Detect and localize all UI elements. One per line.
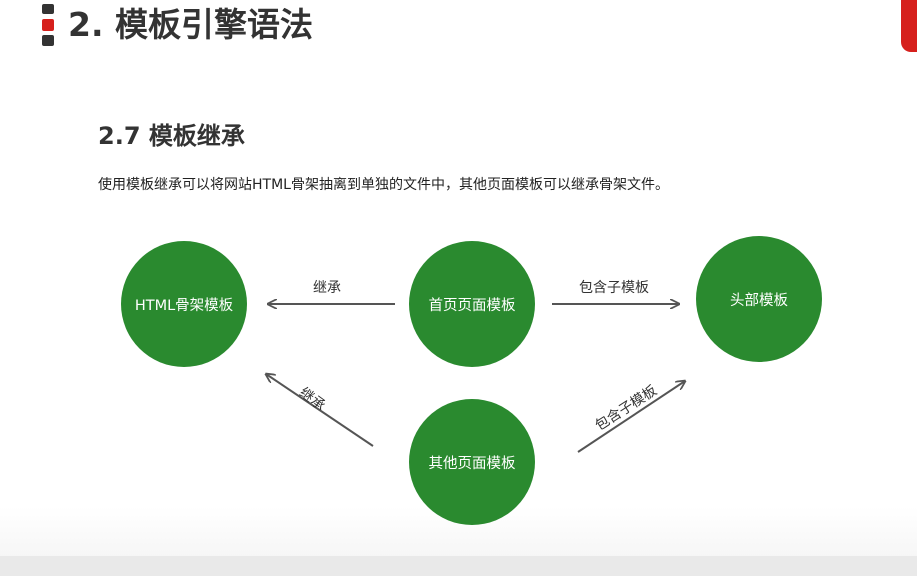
node-label: HTML骨架模板 bbox=[134, 297, 234, 314]
node-other-pages: 其他页面模板 bbox=[409, 399, 535, 525]
node-label: 首页页面模板 bbox=[428, 297, 516, 314]
edge-label-include-child: 包含子模板 bbox=[579, 280, 649, 296]
edge-label-inherit: 继承 bbox=[313, 280, 341, 296]
node-html-skeleton: HTML骨架模板 bbox=[121, 241, 247, 367]
node-label: 其他页面模板 bbox=[428, 455, 516, 472]
node-label: 头部模板 bbox=[730, 292, 788, 309]
node-header-template: 头部模板 bbox=[696, 236, 822, 362]
arrow-other-to-header bbox=[577, 381, 685, 453]
node-home-page: 首页页面模板 bbox=[409, 241, 535, 367]
